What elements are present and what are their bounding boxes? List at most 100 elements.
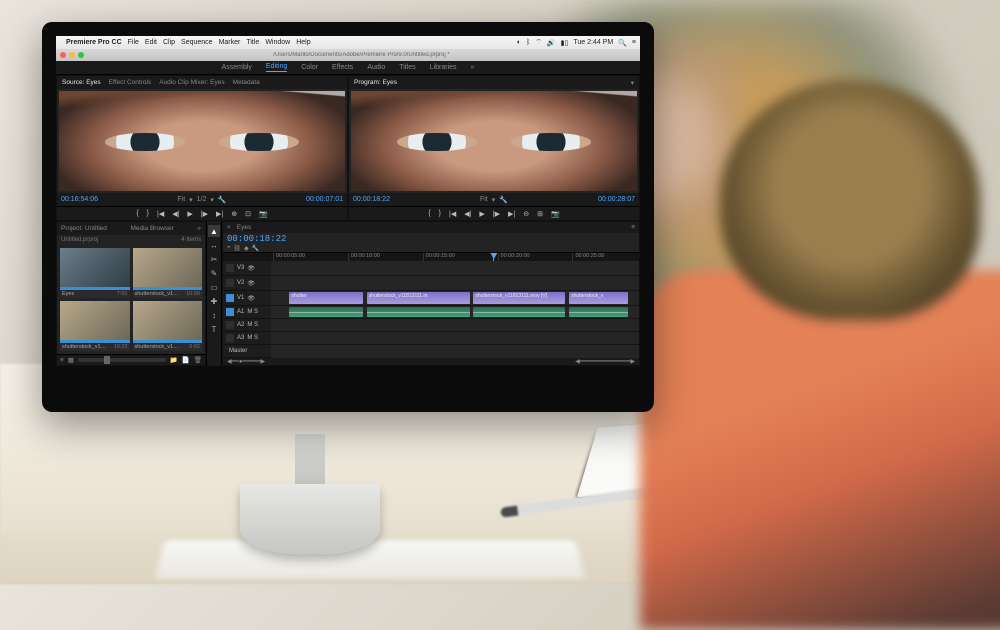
project-bins[interactable]: Eyes7:01 shutterstock_v1…10:00 shutterst… (57, 245, 205, 354)
source-monitor[interactable] (59, 91, 345, 191)
tab-metadata[interactable]: Metadata (233, 79, 260, 86)
selection-tool-icon[interactable]: ▲ (208, 225, 220, 237)
ripple-tool-icon[interactable]: ✂ (208, 253, 220, 265)
pen-tool-icon[interactable]: ✚ (208, 295, 220, 307)
workspace-assembly[interactable]: Assembly (222, 64, 252, 71)
tab-media-browser[interactable]: Media Browser (130, 225, 173, 232)
source-fit-select[interactable]: Fit (177, 196, 185, 204)
workspace-audio[interactable]: Audio (367, 64, 385, 71)
video-clip[interactable]: shutterstock_v (569, 292, 628, 304)
track-header-master[interactable]: Master (223, 345, 271, 358)
video-clip[interactable]: shutterstock_v11813111.m (367, 292, 470, 304)
cc-icon[interactable]: ◐ (517, 39, 521, 46)
new-item-button[interactable]: 📄 (182, 356, 190, 364)
play-button[interactable]: ▶ (185, 210, 194, 218)
linked-selection-icon[interactable]: ⛓ (233, 245, 241, 252)
close-icon[interactable] (60, 52, 66, 58)
slip-tool-icon[interactable]: ▭ (208, 281, 220, 293)
export-frame-button[interactable]: 📷 (257, 210, 270, 218)
lift-button[interactable]: ⊖ (521, 210, 531, 218)
overwrite-button[interactable]: ⊡ (243, 210, 253, 218)
menubar-app-name[interactable]: Premiere Pro CC (66, 39, 122, 46)
hand-tool-icon[interactable]: ↕ (208, 309, 220, 321)
track-header-v1[interactable]: V1👁 (223, 291, 271, 306)
mark-in-button[interactable]: { (426, 210, 432, 217)
step-back-button[interactable]: ◀| (170, 210, 181, 218)
workspace-titles[interactable]: Titles (399, 64, 415, 71)
audio-clip[interactable] (569, 307, 628, 317)
mark-out-button[interactable]: } (145, 210, 151, 217)
tab-project[interactable]: Project: Untitled (61, 225, 107, 232)
zoom-icon[interactable] (78, 52, 84, 58)
icon-view-icon[interactable]: ▦ (68, 356, 74, 364)
panel-menu-icon[interactable]: ▾ (631, 79, 634, 87)
audio-clip[interactable] (367, 307, 470, 317)
step-fwd-button[interactable]: |▶ (199, 210, 210, 218)
video-clip[interactable]: shutterstock_v11813111.mov [V] (473, 292, 565, 304)
track-header-a2[interactable]: A2M S (223, 319, 271, 332)
panel-menu-icon[interactable]: » (197, 225, 201, 232)
wifi-icon[interactable]: ⌔ (535, 38, 542, 47)
tab-audio-mixer[interactable]: Audio Clip Mixer: Eyes (159, 79, 224, 86)
list-view-icon[interactable]: ≡ (60, 357, 64, 364)
sequence-tab[interactable]: Eyes (237, 224, 251, 231)
marker-icon[interactable]: ◆ (244, 245, 249, 252)
export-frame-button[interactable]: 📷 (549, 210, 562, 218)
program-fit-select[interactable]: Fit (480, 196, 488, 204)
track-header-v3[interactable]: V3👁 (223, 261, 271, 276)
zoom-slider[interactable]: ◀━━●━━━━━▶ (227, 358, 265, 365)
workspace-libraries[interactable]: Libraries (430, 64, 457, 71)
insert-button[interactable]: ⊕ (229, 210, 239, 218)
workspace-effects[interactable]: Effects (332, 64, 353, 71)
menu-window[interactable]: Window (265, 39, 290, 46)
menu-file[interactable]: File (128, 39, 139, 46)
tab-effect-controls[interactable]: Effect Controls (109, 79, 152, 86)
new-bin-button[interactable]: 📁 (170, 356, 178, 364)
menubar-clock[interactable]: Tue 2:44 PM (573, 39, 613, 46)
wrench-icon[interactable]: 🔧 (218, 196, 227, 204)
spotlight-icon[interactable]: 🔍 (618, 39, 627, 47)
menu-clip[interactable]: Clip (163, 39, 175, 46)
program-monitor[interactable] (351, 91, 637, 191)
menu-help[interactable]: Help (296, 39, 310, 46)
go-to-out-button[interactable]: ▶| (506, 210, 517, 218)
workspace-color[interactable]: Color (301, 64, 318, 71)
track-select-tool-icon[interactable]: ↔ (208, 239, 220, 251)
mac-menubar[interactable]: Premiere Pro CC File Edit Clip Sequence … (56, 36, 640, 49)
go-to-in-button[interactable]: |◀ (447, 210, 458, 218)
source-resolution[interactable]: 1/2 (197, 196, 207, 204)
list-item[interactable]: shutterstock_v1…10:00 (133, 248, 203, 298)
audio-clip[interactable] (289, 307, 363, 317)
wrench-icon[interactable]: 🔧 (499, 196, 508, 204)
timeline-scrollbar[interactable]: ◀━━━━━━━━━━━━━━▶ (575, 358, 635, 365)
video-clip[interactable]: shutter (289, 292, 363, 304)
list-item[interactable]: shutterstock_v1…6:02 (133, 301, 203, 351)
panel-menu-icon[interactable]: ≡ (631, 224, 635, 231)
track-header-a3[interactable]: A3M S (223, 332, 271, 345)
snap-icon[interactable]: ⌖ (227, 245, 230, 252)
step-back-button[interactable]: ◀| (462, 210, 473, 218)
settings-icon[interactable]: 🔧 (252, 245, 259, 252)
window-titlebar[interactable]: /Users/Marilo/Documents/Adobe/Premiere P… (56, 49, 640, 61)
play-button[interactable]: ▶ (477, 210, 486, 218)
tab-source[interactable]: Source: Eyes (62, 79, 101, 86)
go-to-out-button[interactable]: ▶| (214, 210, 225, 218)
workspace-editing[interactable]: Editing (266, 63, 287, 72)
menu-title[interactable]: Title (246, 39, 259, 46)
menu-sequence[interactable]: Sequence (181, 39, 213, 46)
track-header-v2[interactable]: V2👁 (223, 276, 271, 291)
step-fwd-button[interactable]: |▶ (491, 210, 502, 218)
mark-in-button[interactable]: { (134, 210, 140, 217)
go-to-in-button[interactable]: |◀ (155, 210, 166, 218)
extract-button[interactable]: ⊞ (535, 210, 545, 218)
workspace-overflow-icon[interactable]: » (471, 64, 475, 71)
timeline-ruler[interactable]: 00:00:05:00 00:00:10:00 00:00:15:00 00:0… (223, 253, 639, 261)
timeline-timecode[interactable]: 00:00:18:22 (223, 233, 639, 245)
bluetooth-icon[interactable]: ᛒ (526, 39, 530, 46)
tab-program[interactable]: Program: Eyes (354, 79, 397, 86)
battery-icon[interactable]: ▮▯ (561, 39, 569, 47)
notifications-icon[interactable]: ≡ (632, 39, 636, 46)
list-item[interactable]: shutterstock_v1…10:22 (60, 301, 130, 351)
minimize-icon[interactable] (69, 52, 75, 58)
razor-tool-icon[interactable]: ✎ (208, 267, 220, 279)
